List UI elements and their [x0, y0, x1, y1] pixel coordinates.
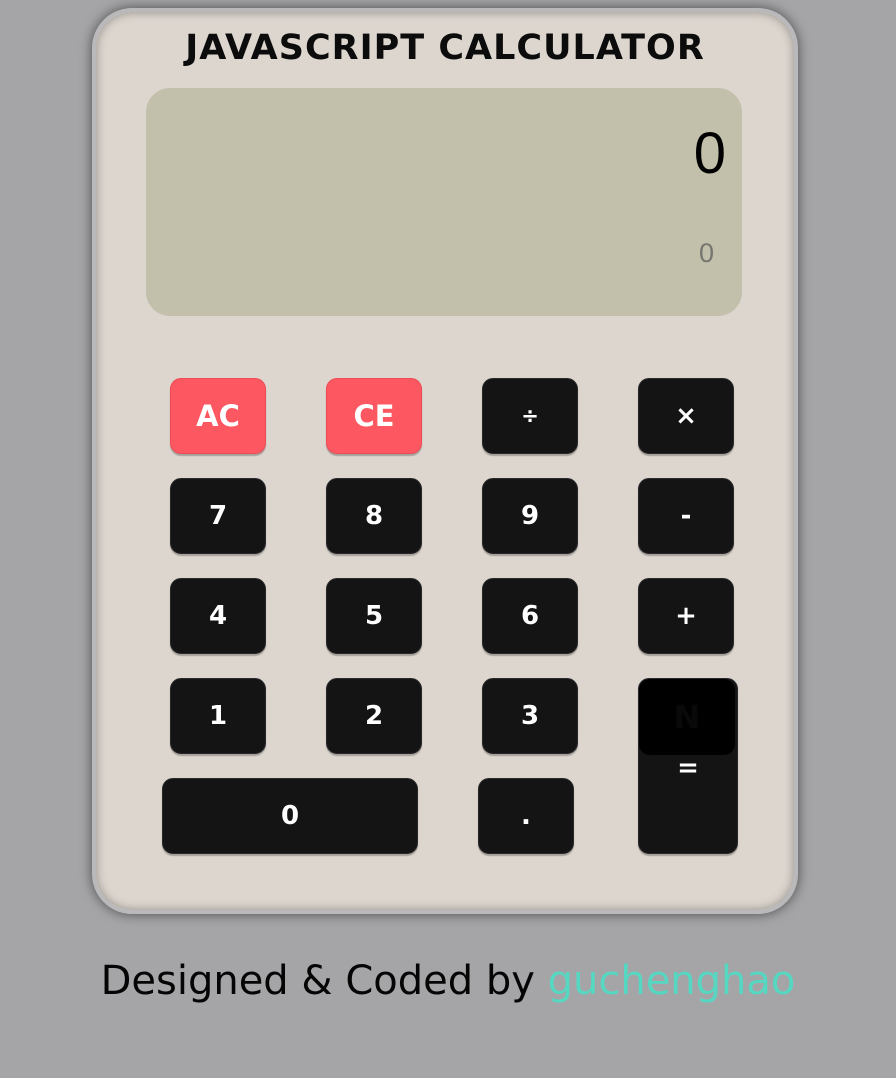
author-link[interactable]: guchenghao: [548, 958, 796, 1004]
footer-credit-prefix: Designed & Coded by: [100, 958, 548, 1004]
display-formula-value: 0: [698, 238, 714, 268]
calculator: JAVASCRIPT CALCULATOR 0 0 AC CE ÷ × 7 8 …: [92, 8, 798, 914]
equals-label: =: [677, 753, 699, 783]
equals-button[interactable]: N =: [638, 678, 738, 854]
five-button[interactable]: 5: [326, 578, 422, 654]
subtract-button[interactable]: -: [638, 478, 734, 554]
all-clear-button[interactable]: AC: [170, 378, 266, 454]
display-screen: 0 0: [146, 88, 742, 316]
multiply-button[interactable]: ×: [638, 378, 734, 454]
nine-button[interactable]: 9: [482, 478, 578, 554]
one-button[interactable]: 1: [170, 678, 266, 754]
three-button[interactable]: 3: [482, 678, 578, 754]
calculator-title: JAVASCRIPT CALCULATOR: [185, 28, 705, 68]
footer-credit: Designed & Coded by guchenghao: [0, 958, 896, 1004]
divide-button[interactable]: ÷: [482, 378, 578, 454]
four-button[interactable]: 4: [170, 578, 266, 654]
display-main-value: 0: [693, 121, 726, 186]
zero-button[interactable]: 0: [162, 778, 418, 854]
decimal-button[interactable]: .: [478, 778, 574, 854]
clear-entry-button[interactable]: CE: [326, 378, 422, 454]
add-button[interactable]: +: [638, 578, 734, 654]
equals-overlay-label: N: [639, 679, 735, 755]
eight-button[interactable]: 8: [326, 478, 422, 554]
two-button[interactable]: 2: [326, 678, 422, 754]
seven-button[interactable]: 7: [170, 478, 266, 554]
six-button[interactable]: 6: [482, 578, 578, 654]
